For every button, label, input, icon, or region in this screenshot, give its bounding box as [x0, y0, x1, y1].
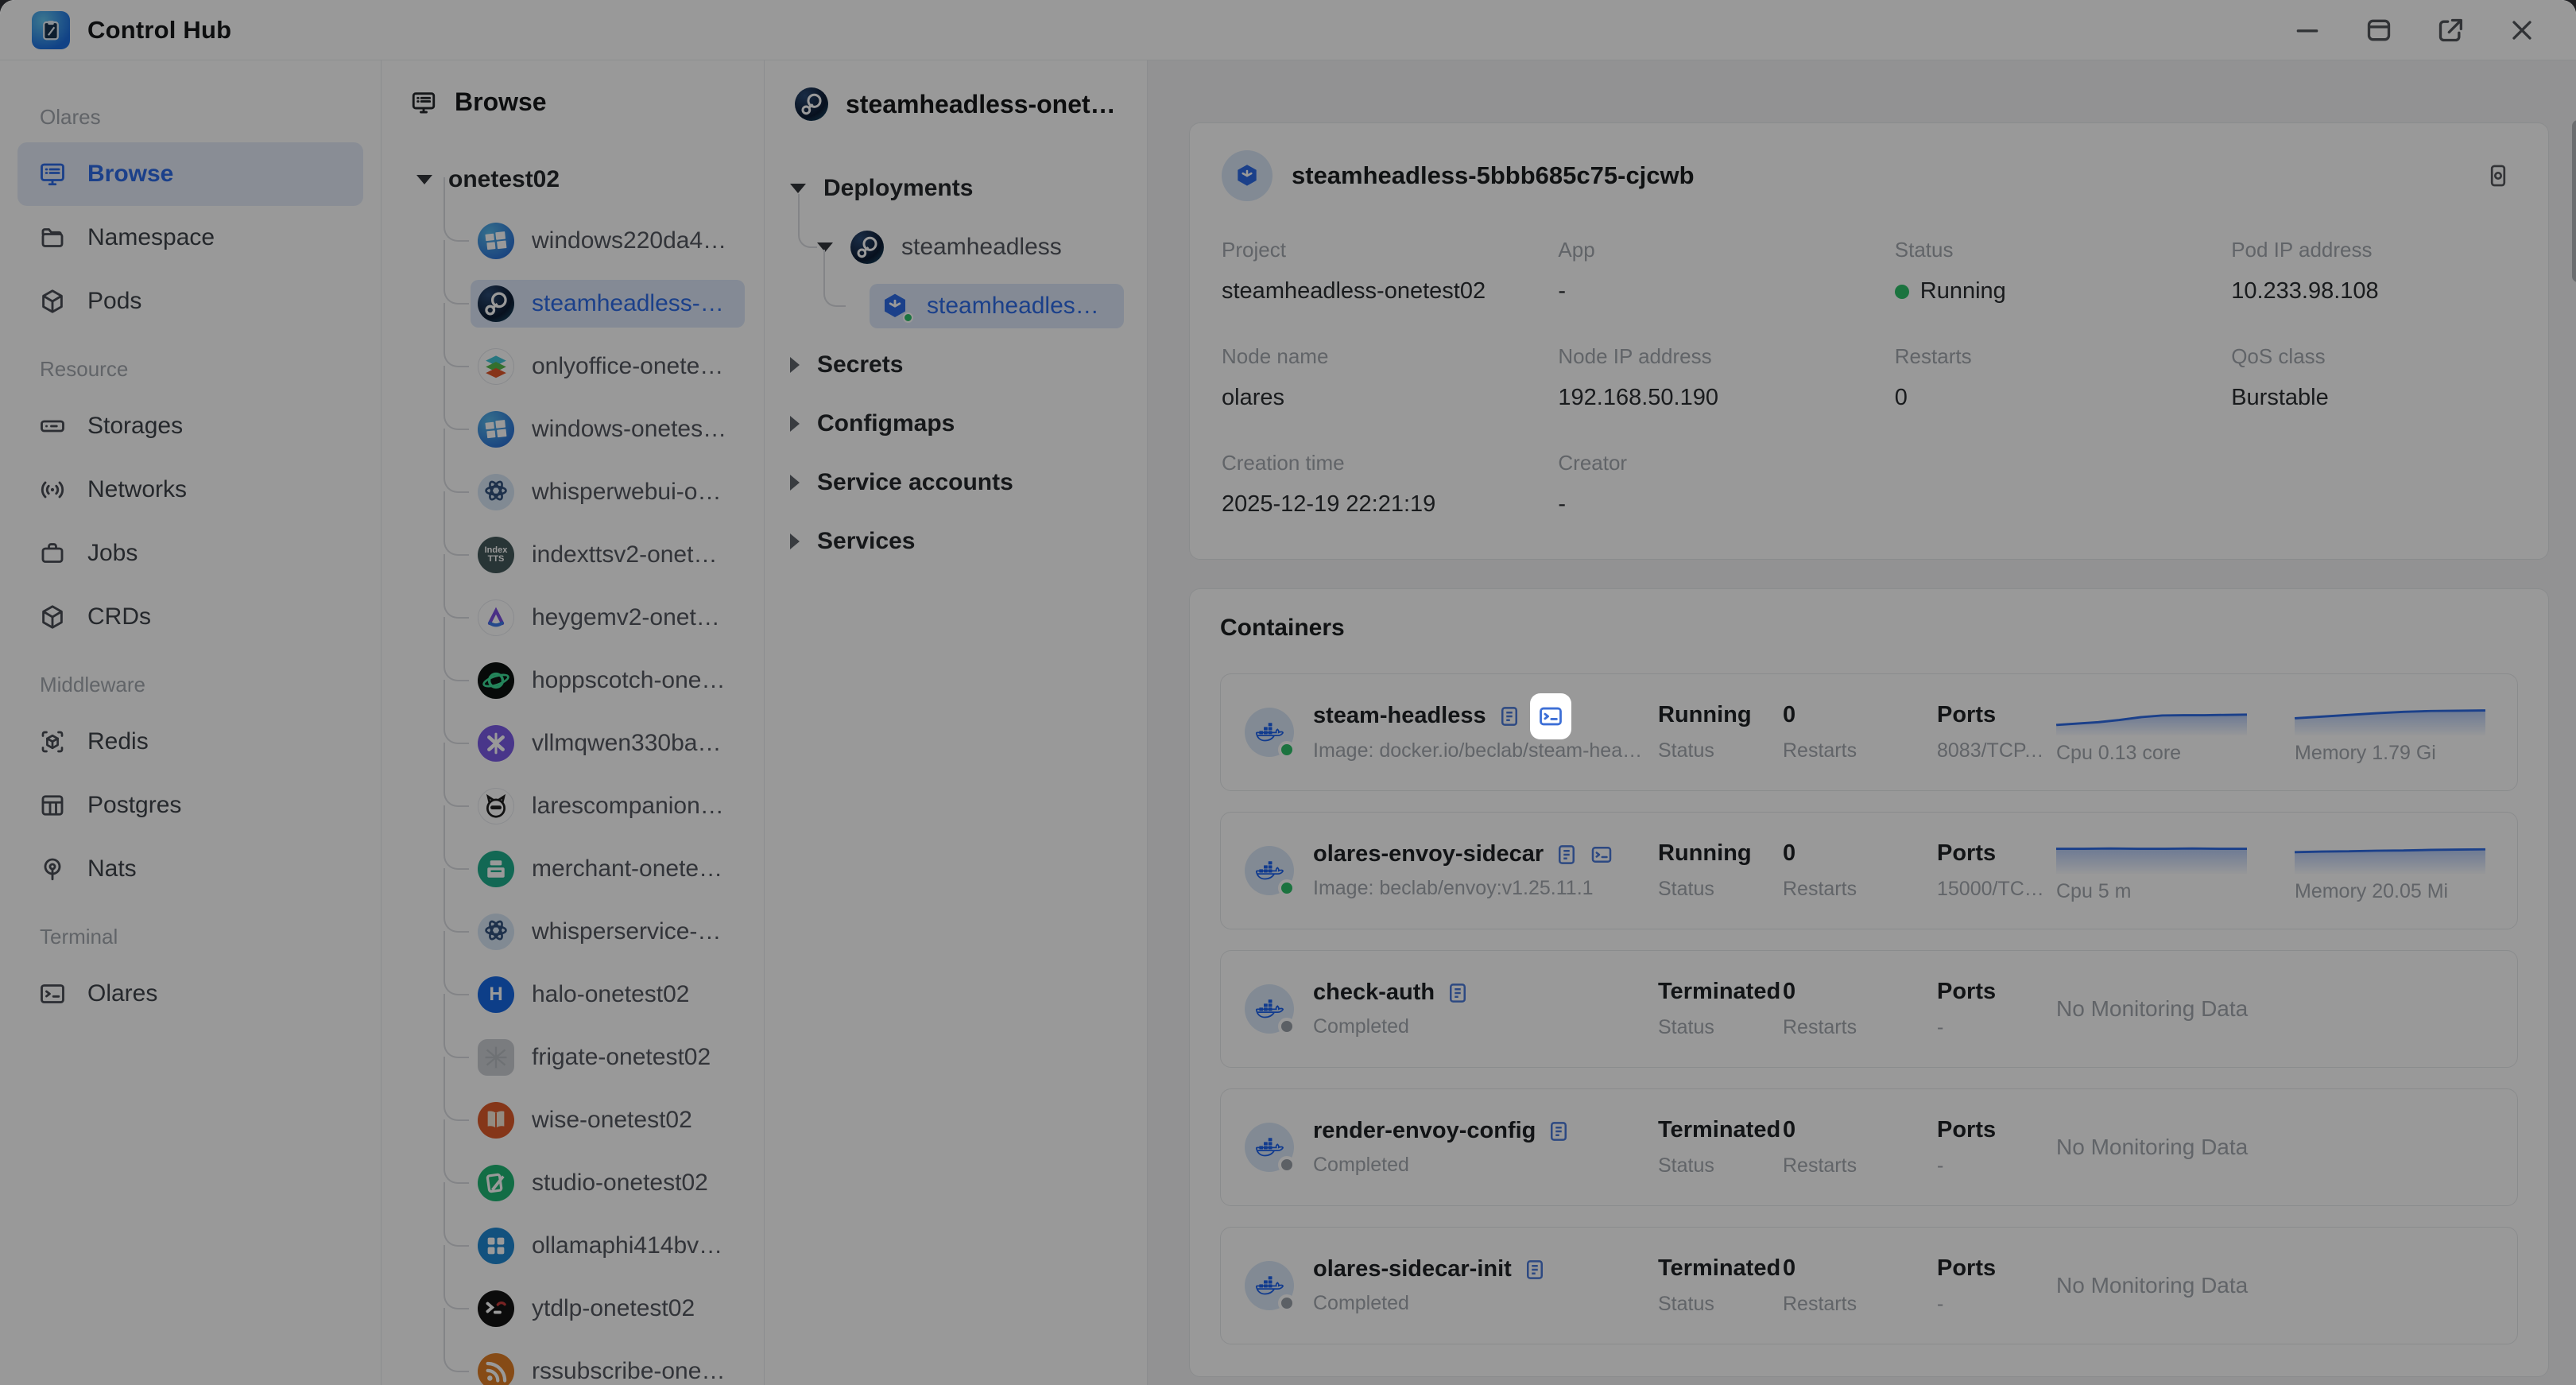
screen-dim-overlay [0, 0, 2576, 1385]
container-terminal-button[interactable] [1530, 693, 1571, 739]
